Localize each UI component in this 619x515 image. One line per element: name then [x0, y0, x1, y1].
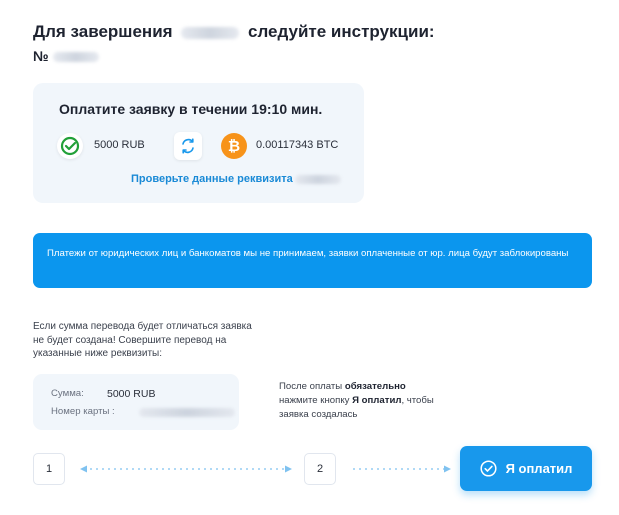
to-amount: 0.00117343 BTC — [256, 139, 339, 151]
title-start: Для завершения — [33, 22, 173, 41]
check-circle-icon — [480, 460, 497, 477]
card-number-label: Номер карты : — [51, 406, 115, 417]
check-requisites-link[interactable]: Проверьте данные реквизита — [131, 173, 341, 185]
blurred-service-name — [181, 26, 240, 39]
i-paid-button[interactable]: Я оплатил — [460, 446, 592, 491]
blurred-order-id — [52, 52, 99, 63]
payment-timer-text: Оплатите заявку в течении 19:10 мин. — [59, 101, 323, 117]
step-2-indicator: 2 — [304, 453, 336, 485]
sum-row: Сумма: 5000 RUB — [51, 388, 155, 400]
order-prefix: № — [33, 48, 49, 64]
step-2-number: 2 — [316, 463, 324, 475]
from-amount: 5000 RUB — [94, 139, 145, 151]
legal-entity-notice: Платежи от юридических лиц и банкоматов … — [33, 233, 592, 288]
page-title: Для завершения следуйте инструкции: — [33, 22, 435, 42]
i-paid-button-label: Я оплатил — [505, 461, 573, 476]
payment-summary-card: Оплатите заявку в течении 19:10 мин. 500… — [33, 83, 364, 203]
step-connector-2 — [353, 465, 451, 473]
after-payment-instruction: После оплаты обязательно нажмите кнопку … — [279, 380, 439, 422]
sberbank-logo-icon — [57, 133, 83, 159]
card-number-value[interactable] — [139, 406, 235, 418]
blurred-link-suffix — [294, 174, 341, 184]
sum-value: 5000 RUB — [107, 388, 156, 400]
step-1-indicator: 1 — [33, 453, 65, 485]
after-text-button-name: Я оплатил — [352, 395, 402, 406]
after-text-2: нажмите кнопку — [279, 395, 350, 406]
bitcoin-icon: ₿ — [221, 133, 247, 159]
refresh-swap-icon — [174, 132, 202, 160]
notice-text: Платежи от юридических лиц и банкоматов … — [47, 248, 569, 259]
order-number: № — [33, 48, 99, 64]
step-1-number: 1 — [45, 463, 53, 475]
payment-instructions-page: Для завершения следуйте инструкции: № Оп… — [0, 0, 619, 515]
after-text-1: После оплаты — [279, 381, 343, 392]
title-end: следуйте инструкции: — [248, 22, 435, 41]
amount-warning-text: Если сумма перевода будет отличаться зая… — [33, 321, 252, 359]
requisites-card: Сумма: 5000 RUB Номер карты : — [33, 374, 239, 430]
card-number-row: Номер карты : — [51, 406, 235, 417]
blurred-card-number — [139, 407, 235, 417]
step-connector-1 — [80, 465, 292, 473]
check-link-label: Проверьте данные реквизита — [131, 173, 293, 185]
sum-label: Сумма: — [51, 388, 84, 399]
after-text-emphasis: обязательно — [344, 381, 406, 392]
svg-text:₿: ₿ — [228, 138, 240, 155]
